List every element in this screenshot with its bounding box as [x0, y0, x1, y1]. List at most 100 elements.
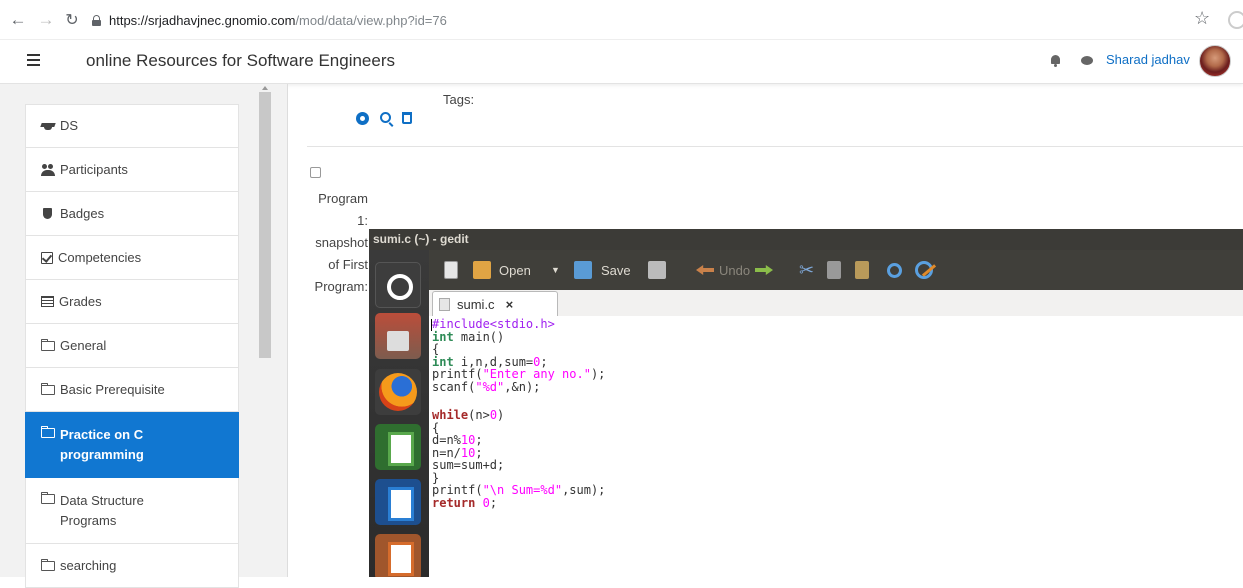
- table-icon: [41, 296, 54, 307]
- presentation-icon: [375, 534, 421, 577]
- reload-icon[interactable]: ↻: [60, 8, 84, 32]
- code-line: n=n/10;: [432, 446, 1243, 460]
- site-title[interactable]: online Resources for Software Engineers: [86, 51, 395, 71]
- trash-icon[interactable]: [402, 112, 412, 124]
- code-token: sum=sum+d;: [432, 458, 505, 472]
- sidebar-item-label: DS: [60, 118, 79, 133]
- paste-icon: [855, 261, 869, 279]
- sidebar-item-participants[interactable]: Participants: [25, 148, 239, 192]
- gedit-window-title: sumi.c (~) - gedit: [369, 229, 1243, 250]
- code-line: {: [432, 343, 1243, 356]
- sidebar-item-practice-on-c[interactable]: Practice on C programming: [25, 412, 239, 478]
- copy-icon: [827, 261, 841, 279]
- spreadsheet-icon: [375, 424, 421, 470]
- sidebar-item-grades[interactable]: Grades: [25, 280, 239, 324]
- code-line: #include<stdio.h>: [432, 318, 1243, 331]
- folder-icon: [41, 558, 55, 571]
- address-bar[interactable]: https://srjadhavjnec.gnomio.com/mod/data…: [92, 9, 447, 31]
- bell-icon[interactable]: [1050, 55, 1061, 67]
- sidebar-scroll-thumb[interactable]: [259, 92, 271, 358]
- code-line: while(n>0): [432, 409, 1243, 422]
- code-editor: #include<stdio.h> int main() { int i,n,d…: [429, 316, 1243, 577]
- gear-icon[interactable]: [356, 112, 369, 125]
- code-token: 0: [482, 495, 490, 510]
- url-host: https://srjadhavjnec.gnomio.com: [109, 12, 296, 28]
- code-line: return 0;: [432, 495, 1243, 510]
- back-arrow-icon[interactable]: ←: [6, 8, 30, 32]
- text-cursor: [431, 319, 432, 331]
- extension-icon[interactable]: [1228, 11, 1243, 29]
- sidebar-item-general[interactable]: General: [25, 324, 239, 368]
- sidebar-item-data-structure-programs[interactable]: Data Structure Programs: [25, 478, 239, 544]
- cut-icon: ✂: [799, 259, 815, 280]
- bookmark-star-icon[interactable]: ☆: [1194, 8, 1210, 29]
- code-token: return: [432, 495, 476, 510]
- file-tab: sumi.c ×: [432, 291, 558, 316]
- url-path: /mod/data/view.php?id=76: [295, 12, 447, 28]
- dropdown-arrow-icon: ▼: [551, 265, 560, 275]
- code-line: sum=sum+d;: [432, 459, 1243, 472]
- sidebar-item-label: General: [60, 337, 107, 353]
- open-label: Open: [499, 262, 531, 278]
- sidebar-item-label: Badges: [60, 205, 105, 221]
- code-line: d=n%10;: [432, 434, 1243, 447]
- sidebar-item-label: Competencies: [58, 249, 142, 265]
- unity-launcher: [369, 250, 429, 577]
- badge-icon: [41, 207, 55, 220]
- lock-icon: [92, 14, 101, 26]
- code-token: ;: [489, 495, 498, 510]
- divider: [307, 146, 1243, 147]
- avatar[interactable]: [1199, 45, 1231, 77]
- tags-label: Tags:: [443, 92, 475, 107]
- menu-icon[interactable]: [27, 54, 40, 66]
- sidebar-item-searching[interactable]: searching: [25, 544, 239, 588]
- sidebar-item-label: Participants: [60, 161, 128, 177]
- code-line: int main(): [432, 329, 1243, 344]
- save-icon: [574, 261, 592, 279]
- firefox-icon: [375, 369, 421, 415]
- scroll-up-arrow-icon[interactable]: [262, 86, 268, 90]
- ubuntu-logo-icon: [375, 262, 421, 308]
- check-square-icon: [41, 251, 53, 264]
- browser-toolbar: ← → ↻ https://srjadhavjnec.gnomio.com/mo…: [0, 0, 1243, 40]
- code-token: scanf(: [432, 379, 476, 394]
- entry-select-checkbox[interactable]: [310, 167, 321, 178]
- open-folder-icon: [473, 261, 491, 279]
- code-line: printf("Enter any no.");: [432, 368, 1243, 381]
- gedit-screenshot: sumi.c (~) - gedit Open ▼ Save Undo ✂ su…: [369, 229, 1243, 577]
- sidebar-item-ds[interactable]: DS: [25, 104, 239, 148]
- field-label-line: 1:: [357, 213, 368, 228]
- find-icon: [887, 262, 902, 278]
- sidebar-item-label: Practice on C programming: [60, 426, 144, 462]
- field-label-line: Program: [318, 191, 368, 206]
- graduation-cap-icon: [41, 120, 55, 132]
- field-label-line: snapshot: [315, 235, 368, 250]
- chat-icon[interactable]: [1081, 56, 1093, 65]
- code-token: ): [497, 408, 505, 422]
- print-icon: [648, 261, 666, 279]
- code-token: 0: [489, 408, 498, 422]
- user-menu-name[interactable]: Sharad jadhav: [1106, 52, 1190, 67]
- sidebar-item-label: Basic Prerequisite: [60, 381, 165, 397]
- new-document-icon: [444, 261, 458, 279]
- users-icon: [41, 163, 55, 176]
- replace-icon: [915, 261, 933, 279]
- sidebar-item-badges[interactable]: Badges: [25, 192, 239, 236]
- field-label-line: Program:: [314, 279, 368, 294]
- sidebar-item-label: Data Structure Programs: [60, 492, 144, 528]
- code-token: main(): [453, 329, 505, 344]
- file-manager-icon: [375, 313, 421, 359]
- field-label-line: of First: [328, 257, 368, 272]
- sidebar-item-competencies[interactable]: Competencies: [25, 236, 239, 280]
- folder-icon: [41, 426, 55, 438]
- forward-arrow-icon[interactable]: →: [34, 8, 58, 32]
- redo-arrow-icon: [755, 265, 773, 275]
- sidebar-item-basic-prerequisite[interactable]: Basic Prerequisite: [25, 368, 239, 412]
- save-label: Save: [601, 262, 631, 278]
- sidebar-item-label: searching: [60, 557, 117, 573]
- zoom-icon[interactable]: [380, 112, 391, 123]
- folder-icon: [41, 382, 55, 395]
- undo-label: Undo: [719, 262, 751, 278]
- code-token: );: [590, 367, 606, 381]
- code-token: "%d": [475, 379, 505, 394]
